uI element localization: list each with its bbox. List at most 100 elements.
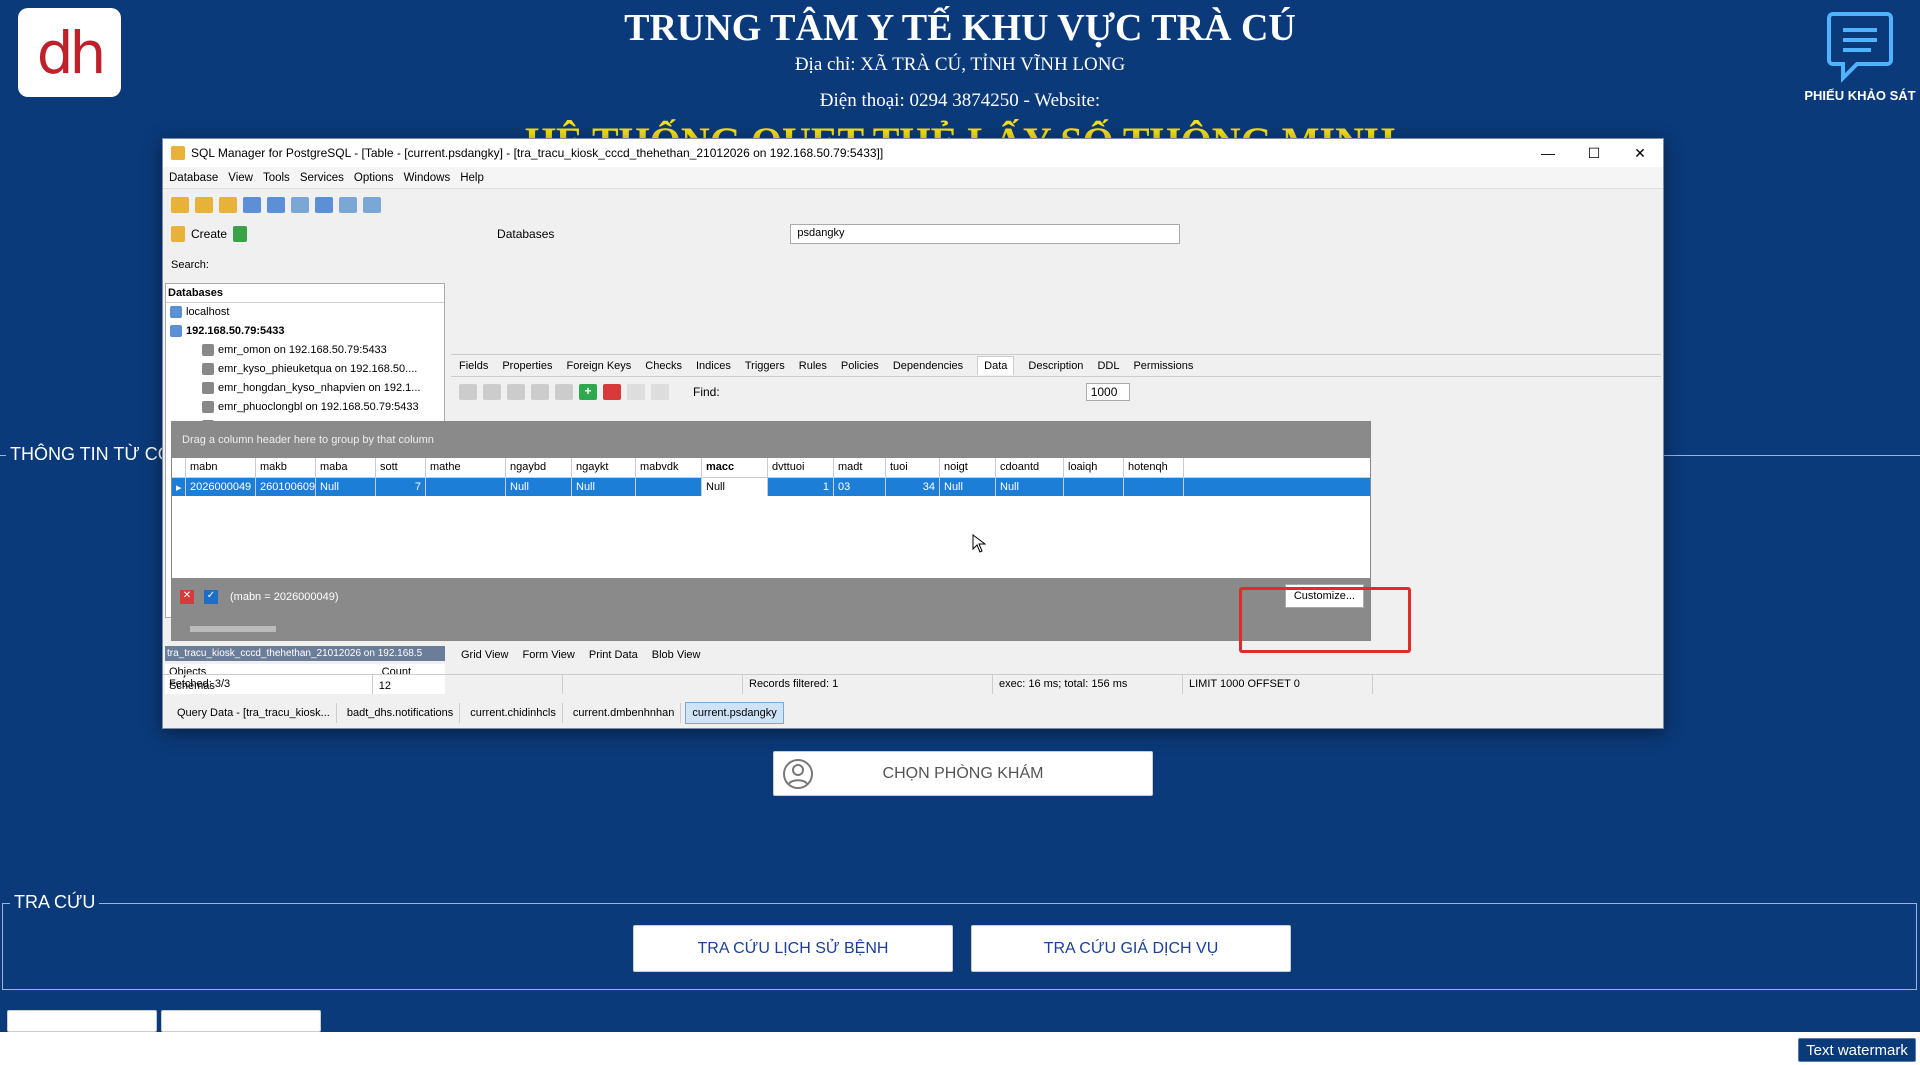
tab-rules[interactable]: Rules — [799, 360, 827, 372]
column-header-loaiqh[interactable]: loaiqh — [1064, 458, 1124, 477]
clear-filter-icon[interactable]: ✕ — [180, 590, 194, 604]
tab-data[interactable]: Data — [977, 356, 1015, 375]
cell-sott[interactable]: 7 — [376, 478, 426, 496]
next-record-icon[interactable] — [531, 384, 549, 400]
menu-item-help[interactable]: Help — [460, 172, 484, 184]
column-header-ngaykt[interactable]: ngaykt — [572, 458, 636, 477]
layout-icon[interactable] — [363, 197, 381, 213]
document-tab[interactable]: current.chidinhcls — [464, 703, 563, 723]
column-header-makb[interactable]: makb — [256, 458, 316, 477]
document-tab[interactable]: current.dmbenhnhan — [567, 703, 682, 723]
prev-page-icon[interactable] — [483, 384, 501, 400]
maximize-icon[interactable]: ☐ — [1571, 145, 1617, 162]
cell-makb[interactable]: 2601006090 — [256, 478, 316, 496]
horizontal-scrollbar[interactable] — [190, 626, 276, 632]
cell-loaiqh[interactable] — [1064, 478, 1124, 496]
cell-ngaybd[interactable]: Null — [506, 478, 572, 496]
lookup-history-button[interactable]: TRA CỨU LỊCH SỬ BỆNH — [633, 925, 953, 972]
tab-ddl[interactable]: DDL — [1097, 360, 1119, 372]
column-header-mabn[interactable]: mabn — [186, 458, 256, 477]
tree-item[interactable]: emr_hongdan_kyso_nhapvien on 192.1... — [166, 379, 444, 398]
cell-tuoi[interactable]: 34 — [886, 478, 940, 496]
column-header-maba[interactable]: maba — [316, 458, 376, 477]
tab-permissions[interactable]: Permissions — [1133, 360, 1193, 372]
cell-mabvdk[interactable] — [636, 478, 702, 496]
add-record-icon[interactable]: + — [579, 384, 597, 400]
column-header-sott[interactable]: sott — [376, 458, 426, 477]
delete-record-icon[interactable] — [603, 384, 621, 400]
tab-dependencies[interactable]: Dependencies — [893, 360, 963, 372]
print-icon[interactable] — [291, 197, 309, 213]
script-icon[interactable] — [267, 197, 285, 213]
cell-dvttuoi[interactable]: 1 — [768, 478, 834, 496]
post-icon[interactable] — [627, 384, 645, 400]
column-header-macc[interactable]: macc — [702, 458, 768, 477]
close-icon[interactable]: ✕ — [1617, 145, 1663, 162]
column-header-mabvdk[interactable]: mabvdk — [636, 458, 702, 477]
databases-dropdown[interactable]: Databases — [497, 227, 554, 241]
menu-item-services[interactable]: Services — [300, 172, 344, 184]
bottom-tab-2[interactable] — [161, 1010, 321, 1032]
view-tab-form-view[interactable]: Form View — [522, 649, 574, 661]
tab-fields[interactable]: Fields — [459, 360, 488, 372]
menu-item-view[interactable]: View — [228, 172, 253, 184]
view-tab-blob-view[interactable]: Blob View — [652, 649, 701, 661]
db-add-icon[interactable] — [195, 197, 213, 213]
tab-properties[interactable]: Properties — [502, 360, 552, 372]
column-header-mathe[interactable]: mathe — [426, 458, 506, 477]
refresh-data-icon[interactable] — [651, 384, 669, 400]
cell-mabn[interactable]: 2026000049 — [186, 478, 256, 496]
choose-clinic-button[interactable]: CHỌN PHÒNG KHÁM — [773, 751, 1153, 796]
cell-hotenqh[interactable] — [1124, 478, 1184, 496]
document-tab[interactable]: Query Data - [tra_tracu_kiosk... — [171, 703, 337, 723]
db-remove-icon[interactable] — [219, 197, 237, 213]
table-row[interactable]: ▸ 2026000049 2601006090 Null 7 Null Null Null 1 0… — [172, 478, 1370, 496]
last-record-icon[interactable] — [555, 384, 573, 400]
limit-input[interactable]: 1000 — [1085, 383, 1130, 401]
tab-policies[interactable]: Policies — [841, 360, 879, 372]
tree-item[interactable]: emr_omon on 192.168.50.79:5433 — [166, 341, 444, 360]
cell-mathe[interactable] — [426, 478, 506, 496]
document-tab[interactable]: current.psdangky — [685, 702, 784, 724]
cell-maba[interactable]: Null — [316, 478, 376, 496]
first-record-icon[interactable] — [459, 384, 477, 400]
create-icon[interactable] — [171, 226, 185, 242]
tab-foreign-keys[interactable]: Foreign Keys — [566, 360, 631, 372]
column-header-tuoi[interactable]: tuoi — [886, 458, 940, 477]
lookup-price-button[interactable]: TRA CỨU GIÁ DỊCH VỤ — [971, 925, 1291, 972]
cell-madt[interactable]: 03 — [834, 478, 886, 496]
cell-ngaykt[interactable]: Null — [572, 478, 636, 496]
tree-item[interactable]: 192.168.50.79:5433 — [166, 322, 444, 341]
document-tab[interactable]: badt_dhs.notifications — [341, 703, 461, 723]
query-icon[interactable] — [243, 197, 261, 213]
tab-checks[interactable]: Checks — [645, 360, 682, 372]
tab-indices[interactable]: Indices — [696, 360, 731, 372]
refresh-icon[interactable] — [233, 226, 248, 242]
tab-description[interactable]: Description — [1028, 360, 1083, 372]
table-selector[interactable]: psdangky — [790, 224, 1181, 244]
column-header-cdoantd[interactable]: cdoantd — [996, 458, 1064, 477]
prev-record-icon[interactable] — [507, 384, 525, 400]
column-header-dvttuoi[interactable]: dvttuoi — [768, 458, 834, 477]
menu-item-tools[interactable]: Tools — [263, 172, 290, 184]
view-tab-print-data[interactable]: Print Data — [589, 649, 638, 661]
tab-triggers[interactable]: Triggers — [745, 360, 785, 372]
survey-button[interactable]: PHIẾU KHẢO SÁT — [1800, 10, 1920, 103]
db-icon[interactable] — [171, 197, 189, 213]
window-icon[interactable] — [339, 197, 357, 213]
minimize-icon[interactable]: — — [1525, 145, 1571, 161]
create-button[interactable]: Create — [191, 227, 227, 241]
column-header-hotenqh[interactable]: hotenqh — [1124, 458, 1184, 477]
cell-macc[interactable]: Null — [702, 478, 768, 496]
filter-checkbox[interactable]: ✓ — [204, 590, 218, 604]
column-header-madt[interactable]: madt — [834, 458, 886, 477]
tree-item[interactable]: emr_kyso_phieuketqua on 192.168.50.... — [166, 360, 444, 379]
bottom-tab-1[interactable] — [7, 1010, 157, 1032]
cell-noigt[interactable]: Null — [940, 478, 996, 496]
menu-item-windows[interactable]: Windows — [404, 172, 451, 184]
tree-item[interactable]: emr_phuoclongbl on 192.168.50.79:5433 — [166, 398, 444, 417]
users-icon[interactable] — [315, 197, 333, 213]
menu-item-options[interactable]: Options — [354, 172, 394, 184]
menu-item-database[interactable]: Database — [169, 172, 218, 184]
view-tab-grid-view[interactable]: Grid View — [461, 649, 508, 661]
